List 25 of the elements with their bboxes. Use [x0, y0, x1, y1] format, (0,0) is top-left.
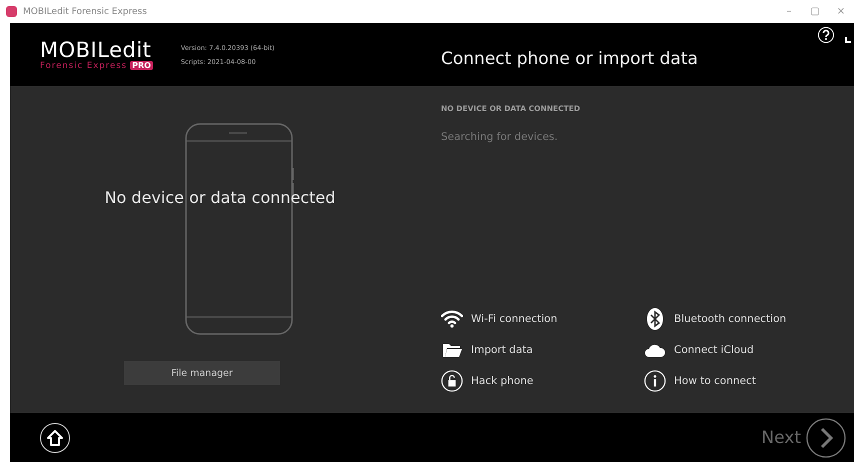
page-title: Connect phone or import data: [441, 48, 698, 68]
window-title: MOBILedit Forensic Express: [23, 6, 148, 16]
option-item[interactable]: Bluetooth connection: [644, 307, 844, 331]
chevron-right-icon: [806, 418, 846, 458]
info-icon: [644, 369, 666, 393]
logo-subtitle: Forensic Express: [40, 60, 128, 70]
file-manager-button[interactable]: File manager: [124, 361, 280, 385]
option-item[interactable]: How to connect: [644, 369, 844, 393]
option-item[interactable]: Connect iCloud: [644, 338, 844, 362]
home-button[interactable]: [40, 422, 70, 452]
app-icon: [6, 6, 17, 17]
wifi-icon: [441, 310, 463, 328]
next-button[interactable]: Next: [761, 418, 846, 458]
logo-name: MOBILedit: [40, 38, 152, 60]
folder-icon: [442, 342, 462, 358]
no-device-message: No device or data connected: [104, 188, 336, 207]
option-item[interactable]: Hack phone: [441, 369, 644, 393]
bluetooth-icon: [647, 308, 663, 330]
option-item[interactable]: Import data: [441, 338, 644, 362]
option-item[interactable]: Wi-Fi connection: [441, 307, 644, 331]
status-message: Searching for devices.: [441, 131, 559, 143]
padlock-icon: [441, 369, 463, 393]
cloud-icon: [644, 343, 666, 357]
pro-badge: PRO: [130, 61, 153, 70]
help-icon[interactable]: [818, 27, 834, 43]
